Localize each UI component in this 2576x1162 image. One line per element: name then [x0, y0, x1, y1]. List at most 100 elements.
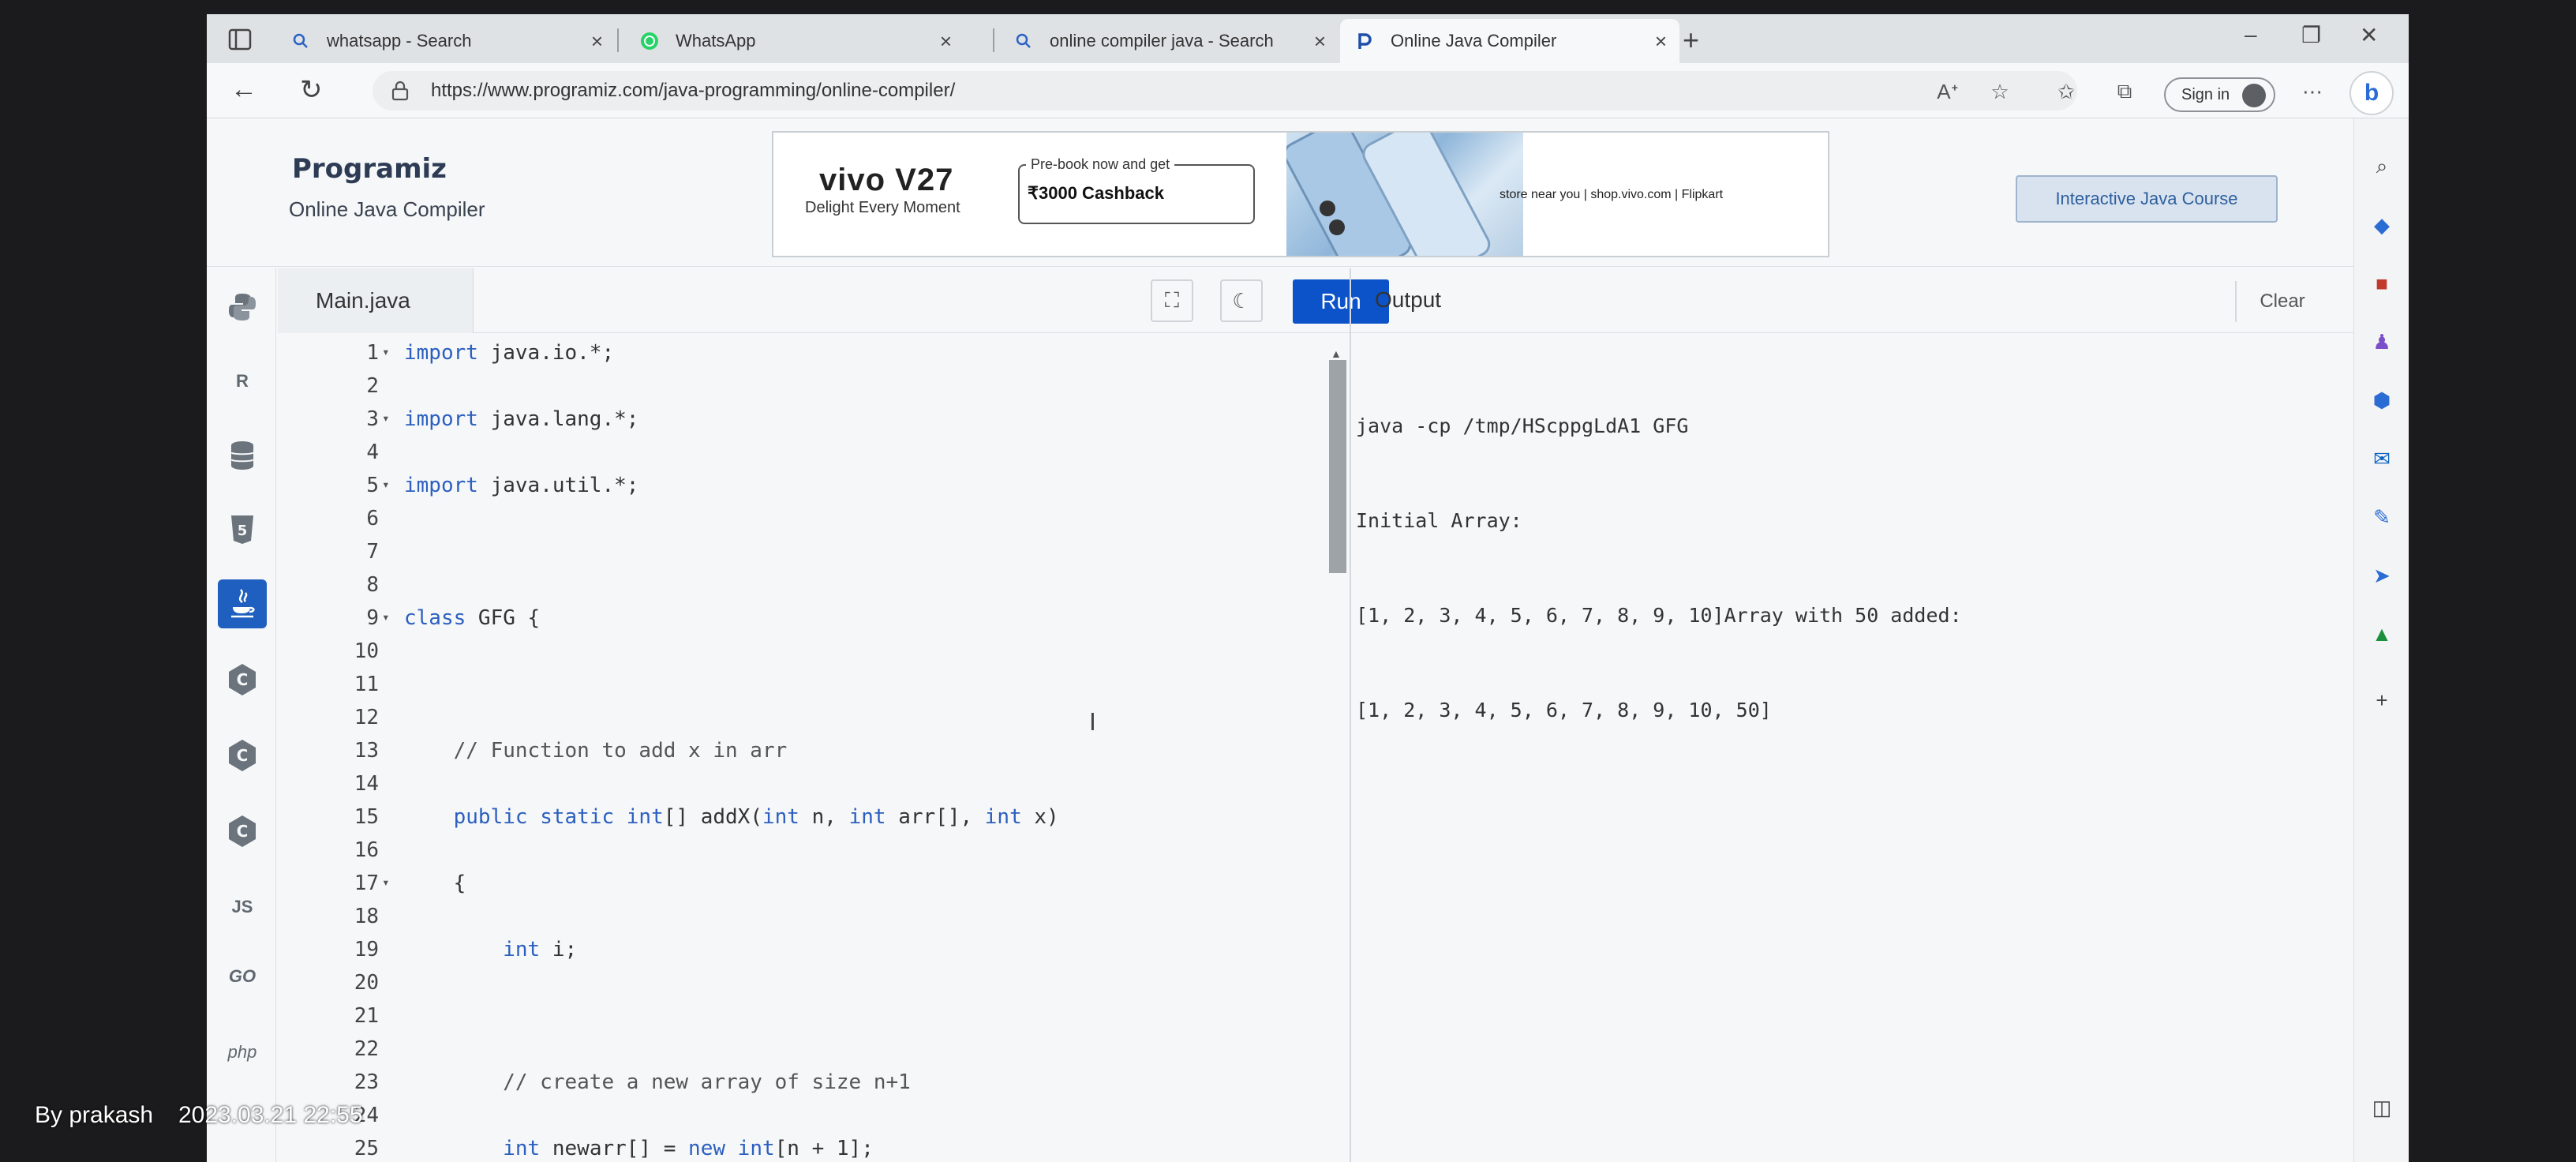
output-header: Output Clear: [1351, 268, 2353, 333]
tab-whatsapp[interactable]: WhatsApp ×: [625, 19, 964, 63]
code-line[interactable]: 24: [278, 1104, 1414, 1137]
file-tab-main-java[interactable]: Main.java: [278, 268, 474, 333]
fold-arrow-icon[interactable]: ▾: [382, 875, 390, 890]
new-tab-button[interactable]: +: [1683, 24, 1699, 57]
code-line[interactable]: 18: [278, 905, 1414, 938]
output-line: java -cp /tmp/HScppgLdA1 GFG: [1356, 414, 1689, 437]
python-icon[interactable]: [218, 283, 267, 332]
go-language-icon[interactable]: GO: [218, 952, 267, 1001]
code-line[interactable]: 22: [278, 1037, 1414, 1070]
code-line[interactable]: 25 int newarr[] = new int[n + 1];: [278, 1137, 1414, 1162]
code-line[interactable]: 10: [278, 639, 1414, 673]
line-number: 15: [354, 805, 379, 829]
back-arrow-icon[interactable]: ←: [230, 74, 257, 105]
bing-chat-icon[interactable]: b: [2349, 71, 2394, 115]
drop-icon[interactable]: ✎: [2368, 504, 2395, 530]
fold-arrow-icon[interactable]: ▾: [382, 609, 390, 624]
code-line[interactable]: 15 public static int[] addX(int n, int a…: [278, 805, 1414, 838]
code-line[interactable]: 17 ▾ {: [278, 872, 1414, 905]
sql-database-icon[interactable]: [218, 431, 267, 480]
clear-button[interactable]: Clear: [2235, 281, 2328, 322]
shopping-tag-icon[interactable]: ◆: [2368, 212, 2395, 238]
code-line[interactable]: 11: [278, 673, 1414, 706]
close-icon[interactable]: ×: [591, 29, 603, 54]
php-icon[interactable]: php: [218, 1028, 267, 1077]
add-favorite-icon[interactable]: ☆: [1987, 79, 2012, 104]
code-editor[interactable]: Ⅰ 1 ▾ import java.io.*; 2 3 ▾ import java.lang…: [278, 333, 1414, 1162]
outlook-icon[interactable]: ✉: [2368, 445, 2395, 472]
scroll-thumb[interactable]: [1329, 360, 1346, 573]
refresh-icon[interactable]: ↻: [300, 74, 323, 106]
editor-scrollbar[interactable]: ▲: [1327, 347, 1348, 1162]
tab-java-compiler-search[interactable]: online compiler java - Search ×: [999, 19, 1339, 63]
code-line[interactable]: 4: [278, 440, 1414, 474]
sidebar-toggle-icon[interactable]: ◫: [2368, 1094, 2395, 1121]
tree-icon[interactable]: ▲: [2368, 620, 2395, 647]
fold-arrow-icon[interactable]: ▾: [382, 344, 390, 359]
close-icon[interactable]: ×: [1655, 29, 1667, 54]
tab-online-java-compiler[interactable]: Online Java Compiler ×: [1340, 19, 1679, 63]
favorites-icon[interactable]: ✩: [2054, 79, 2079, 104]
send-icon[interactable]: ➤: [2368, 562, 2395, 589]
code-line[interactable]: 5 ▾ import java.util.*;: [278, 474, 1414, 507]
code-line[interactable]: 9 ▾ class GFG {: [278, 606, 1414, 639]
code-line[interactable]: 13 // Function to add x in arr: [278, 739, 1414, 772]
cpp-language-icon[interactable]: C: [218, 731, 267, 780]
tab-whatsapp-search[interactable]: whatsapp - Search ×: [276, 19, 616, 63]
read-aloud-icon[interactable]: Aᐩ: [1935, 79, 1960, 104]
minimize-button[interactable]: –: [2245, 22, 2257, 47]
dark-mode-moon-icon[interactable]: ☾: [1220, 279, 1263, 322]
line-number: 8: [366, 573, 379, 597]
c-language-icon[interactable]: C: [218, 655, 267, 704]
tab-actions-icon[interactable]: [219, 24, 260, 55]
ad-tagline: Delight Every Moment: [805, 199, 960, 216]
code-text: import java.lang.*;: [404, 407, 639, 431]
code-line[interactable]: 3 ▾ import java.lang.*;: [278, 407, 1414, 440]
restore-button[interactable]: ❐: [2301, 22, 2321, 48]
advertisement-banner[interactable]: vivo V27 Delight Every Moment Pre-book n…: [772, 131, 1829, 257]
code-line[interactable]: 7: [278, 540, 1414, 573]
code-line[interactable]: 19 int i;: [278, 938, 1414, 971]
more-options-icon[interactable]: ⋯: [2300, 79, 2325, 104]
r-language-icon[interactable]: R: [218, 357, 267, 406]
games-icon[interactable]: ♟: [2368, 328, 2395, 355]
interactive-java-course-button[interactable]: Interactive Java Course: [2016, 175, 2278, 223]
code-line[interactable]: 6: [278, 507, 1414, 540]
programiz-logo[interactable]: Programiz: [292, 153, 447, 185]
sign-in-button[interactable]: Sign in: [2164, 77, 2276, 112]
fullscreen-icon[interactable]: ⛶: [1151, 279, 1193, 322]
page-title: Online Java Compiler: [289, 197, 485, 221]
close-icon[interactable]: ×: [1314, 29, 1326, 54]
svg-text:C: C: [237, 746, 249, 765]
csharp-language-icon[interactable]: C: [218, 807, 267, 856]
code-line[interactable]: 8: [278, 573, 1414, 606]
html5-icon[interactable]: 5: [218, 505, 267, 554]
microsoft-365-icon[interactable]: ⬢: [2368, 387, 2395, 414]
output-console: java -cp /tmp/HScppgLdA1 GFG Initial Arr…: [1356, 347, 1962, 789]
fold-arrow-icon[interactable]: ▾: [382, 477, 390, 492]
code-line[interactable]: 16: [278, 838, 1414, 872]
code-line[interactable]: 14: [278, 772, 1414, 805]
code-line[interactable]: 2: [278, 374, 1414, 407]
code-line[interactable]: 20: [278, 971, 1414, 1004]
programiz-icon: [1354, 31, 1375, 51]
add-app-icon[interactable]: +: [2368, 687, 2395, 714]
window-close-button[interactable]: ✕: [2360, 22, 2378, 48]
code-line[interactable]: 21: [278, 1004, 1414, 1037]
tools-briefcase-icon[interactable]: ■: [2368, 270, 2395, 297]
line-number: 7: [366, 540, 379, 564]
close-icon[interactable]: ×: [940, 29, 952, 54]
scroll-up-arrow-icon[interactable]: ▲: [1331, 347, 1342, 360]
search-icon[interactable]: ⌕: [2368, 153, 2395, 180]
line-number: 9: [366, 606, 379, 630]
javascript-icon[interactable]: JS: [218, 883, 267, 931]
fold-arrow-icon[interactable]: ▾: [382, 410, 390, 425]
programiz-page: Programiz Online Java Compiler vivo V27 …: [207, 118, 2353, 1162]
address-bar[interactable]: https://www.programiz.com/java-programmi…: [373, 71, 2077, 111]
code-line[interactable]: 23 // create a new array of size n+1: [278, 1070, 1414, 1104]
output-line: [1, 2, 3, 4, 5, 6, 7, 8, 9, 10, 50]: [1356, 699, 1772, 722]
code-line[interactable]: 12: [278, 706, 1414, 739]
collections-icon[interactable]: ⧉: [2112, 79, 2137, 104]
java-icon[interactable]: [218, 579, 267, 628]
code-line[interactable]: 1 ▾ import java.io.*;: [278, 341, 1414, 374]
